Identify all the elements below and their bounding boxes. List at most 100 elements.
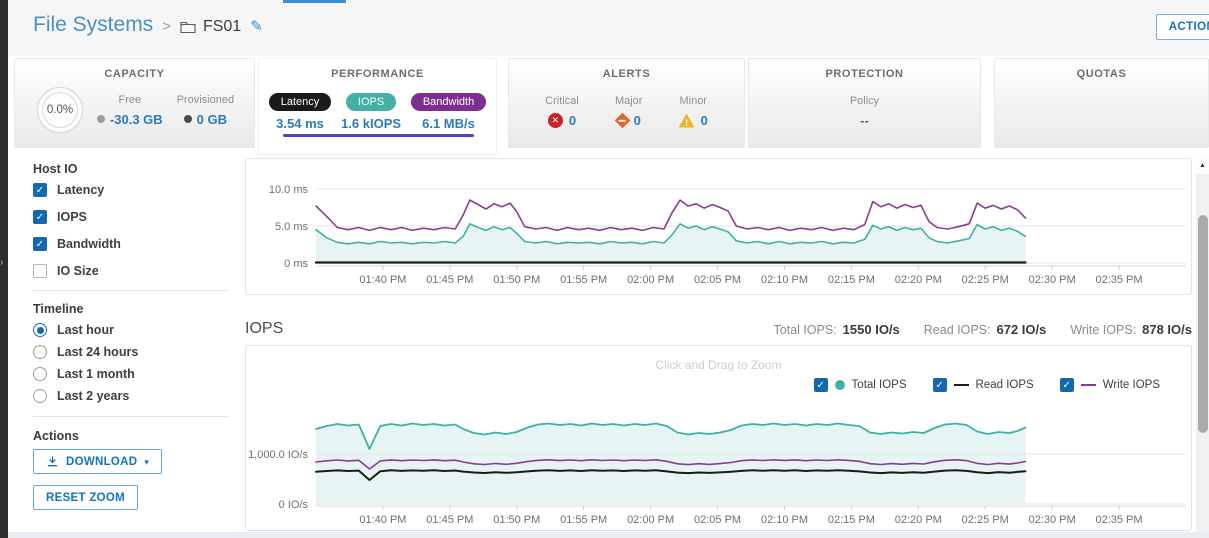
legend-read-checkbox-icon[interactable]: ✓ (933, 378, 947, 392)
critical-label: Critical (545, 95, 579, 107)
tab-protection[interactable]: PROTECTION Policy -- (748, 58, 981, 148)
last-2-years-label: Last 2 years (57, 389, 129, 403)
alerts-critical: Critical ✕ 0 (545, 95, 579, 128)
tab-quotas[interactable]: QUOTAS (994, 58, 1209, 148)
read-iops-stat-label: Read IOPS: (924, 323, 991, 337)
bandwidth-checkbox-label: Bandwidth (57, 237, 121, 251)
tab-capacity[interactable]: CAPACITY 0.0% Free -30.3 GB Provisioned … (14, 58, 255, 148)
svg-text:02:35 PM: 02:35 PM (1096, 514, 1143, 526)
top-accent-bar (283, 0, 346, 3)
rail-expand-icon: › (0, 258, 3, 268)
svg-text:01:55 PM: 01:55 PM (560, 514, 607, 526)
total-iops-stat-label: Total IOPS: (773, 323, 836, 337)
edit-pencil-icon[interactable]: ✎ (250, 17, 263, 35)
radio-last-24-hours[interactable]: Last 24 hours (33, 345, 138, 359)
capacity-free: Free -30.3 GB (97, 94, 163, 127)
legend-total-label: Total IOPS (852, 379, 907, 391)
svg-text:02:05 PM: 02:05 PM (694, 274, 741, 286)
iops-section-title: IOPS (245, 320, 283, 338)
radio-last-2-years[interactable]: Last 2 years (33, 389, 129, 403)
last-1-month-radio-icon[interactable] (33, 367, 47, 381)
performance-latency: Latency 3.54 ms (269, 92, 332, 131)
critical-count: 0 (569, 113, 576, 128)
legend-total-iops[interactable]: ✓ Total IOPS (814, 378, 907, 392)
last-2-years-radio-icon[interactable] (33, 389, 47, 403)
policy-label: Policy (749, 95, 980, 107)
alerts-body: Critical ✕0 Major 0 Minor !0 (509, 95, 744, 128)
performance-bandwidth: Bandwidth 6.1 MB/s (411, 92, 486, 131)
capacity-donut: 0.0% (37, 87, 83, 133)
protection-title: PROTECTION (749, 68, 980, 80)
iops-chart[interactable]: 1,000.0 IO/s0 IO/s01:40 PM01:45 PM01:50 … (246, 346, 1191, 530)
last-1-month-label: Last 1 month (57, 367, 135, 381)
tab-alerts[interactable]: ALERTS Critical ✕0 Major 0 Minor !0 (508, 58, 745, 148)
iops-value: 1.6 kIOPS (341, 116, 401, 131)
breadcrumb-entity: FS01 (180, 18, 241, 36)
critical-icon: ✕ (548, 113, 563, 128)
actions-button[interactable]: ACTIONS (1156, 14, 1209, 40)
svg-text:02:05 PM: 02:05 PM (694, 514, 741, 526)
breadcrumb-file-systems-link[interactable]: File Systems (33, 13, 153, 37)
legend-write-iops[interactable]: ✓ Write IOPS (1060, 378, 1160, 392)
free-value: -30.3 GB (110, 112, 163, 127)
major-count: 0 (634, 113, 641, 128)
latency-chart-panel: 10.0 ms5.0 ms0 ms01:40 PM01:45 PM01:50 P… (245, 158, 1192, 295)
last-hour-radio-icon[interactable] (33, 323, 47, 337)
stat-read-iops: Read IOPS: 672 IO/s (924, 322, 1047, 337)
latency-checkbox-icon[interactable]: ✓ (33, 183, 47, 197)
page-title: FS01 (203, 18, 241, 36)
alerts-title: ALERTS (509, 68, 744, 80)
collapsed-nav-rail[interactable]: › (0, 0, 8, 538)
svg-text:01:45 PM: 01:45 PM (426, 274, 473, 286)
download-button[interactable]: DOWNLOAD ▾ (33, 449, 162, 474)
checkbox-iops[interactable]: ✓ IOPS (33, 210, 87, 224)
svg-text:01:40 PM: 01:40 PM (359, 274, 406, 286)
write-iops-stat-value: 878 IO/s (1142, 322, 1192, 337)
legend-write-checkbox-icon[interactable]: ✓ (1060, 378, 1074, 392)
last-hour-label: Last hour (57, 323, 114, 337)
radio-last-1-month[interactable]: Last 1 month (33, 367, 135, 381)
bandwidth-checkbox-icon[interactable]: ✓ (33, 237, 47, 251)
iops-checkbox-label: IOPS (57, 210, 87, 224)
latency-chart[interactable]: 10.0 ms5.0 ms0 ms01:40 PM01:45 PM01:50 P… (246, 159, 1191, 294)
capacity-title: CAPACITY (15, 68, 254, 80)
minor-label: Minor (679, 95, 708, 107)
svg-text:02:00 PM: 02:00 PM (627, 514, 674, 526)
reset-zoom-button[interactable]: RESET ZOOM (33, 485, 138, 510)
last-24-hours-label: Last 24 hours (57, 345, 138, 359)
svg-text:1,000.0 IO/s: 1,000.0 IO/s (248, 449, 308, 461)
legend-read-label: Read IOPS (976, 379, 1034, 391)
legend-total-checkbox-icon[interactable]: ✓ (814, 378, 828, 392)
tab-performance[interactable]: PERFORMANCE Latency 3.54 ms IOPS 1.6 kIO… (258, 58, 497, 155)
file-system-detail-page: File Systems > FS01 ✎ ACTIONS CAPACITY 0… (0, 0, 1209, 538)
host-io-heading: Host IO (33, 162, 77, 176)
provisioned-dot-icon (184, 115, 192, 123)
io-size-checkbox-label: IO Size (57, 264, 99, 278)
free-label: Free (97, 94, 163, 106)
checkbox-io-size[interactable]: IO Size (33, 264, 99, 278)
iops-checkbox-icon[interactable]: ✓ (33, 210, 47, 224)
checkbox-latency[interactable]: ✓ Latency (33, 183, 104, 197)
quotas-title: QUOTAS (995, 68, 1208, 80)
last-24-hours-radio-icon[interactable] (33, 345, 47, 359)
svg-text:02:35 PM: 02:35 PM (1096, 274, 1143, 286)
legend-swatch-write-icon (1081, 384, 1096, 386)
svg-text:02:10 PM: 02:10 PM (761, 274, 808, 286)
write-iops-stat-label: Write IOPS: (1070, 323, 1136, 337)
radio-last-hour[interactable]: Last hour (33, 323, 114, 337)
legend-read-iops[interactable]: ✓ Read IOPS (933, 378, 1034, 392)
performance-body: Latency 3.54 ms IOPS 1.6 kIOPS Bandwidth… (259, 92, 496, 131)
iops-pill: IOPS (346, 93, 396, 111)
stat-total-iops: Total IOPS: 1550 IO/s (773, 322, 899, 337)
performance-title: PERFORMANCE (259, 68, 496, 80)
iops-legend: ✓ Total IOPS ✓ Read IOPS ✓ Write IOPS (814, 378, 1160, 392)
download-label: DOWNLOAD (66, 456, 137, 468)
legend-swatch-total-icon (835, 380, 845, 390)
checkbox-bandwidth[interactable]: ✓ Bandwidth (33, 237, 121, 251)
io-size-checkbox-icon[interactable] (33, 264, 47, 278)
scrollbar-thumb[interactable] (1198, 215, 1208, 433)
scroll-up-icon[interactable]: ▲ (1196, 158, 1209, 174)
svg-text:02:30 PM: 02:30 PM (1029, 274, 1076, 286)
performance-iops: IOPS 1.6 kIOPS (341, 92, 401, 131)
reset-zoom-label: RESET ZOOM (46, 492, 125, 504)
